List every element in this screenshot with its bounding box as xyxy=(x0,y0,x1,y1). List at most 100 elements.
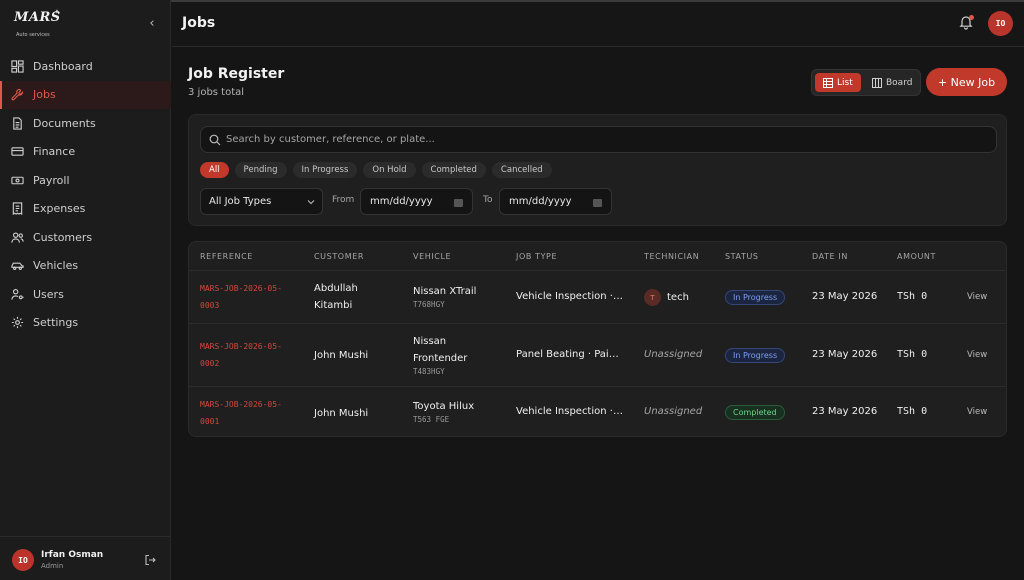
wrench-icon xyxy=(11,88,24,101)
avatar[interactable]: IO xyxy=(988,11,1013,36)
new-job-button[interactable]: + New Job xyxy=(926,68,1007,96)
user-role: Admin xyxy=(41,562,64,570)
to-label: To xyxy=(483,195,493,205)
sidebar-item-finance[interactable]: Finance xyxy=(0,138,171,167)
reference-part: MARS-JOB-2026-05- xyxy=(200,400,282,409)
job-reference[interactable]: MARS-JOB-2026-05- 0001 xyxy=(200,396,300,430)
sidebar-item-users[interactable]: Users xyxy=(0,280,171,309)
banknote-icon xyxy=(11,174,24,187)
sidebar-item-dashboard[interactable]: Dashboard xyxy=(0,52,171,81)
view-job-link[interactable]: View xyxy=(967,292,987,302)
table-row[interactable]: MARS-JOB-2026-05- 0002 John Mushi Nissan… xyxy=(189,323,1006,386)
user-key-icon xyxy=(11,288,24,301)
calendar-icon xyxy=(454,199,463,207)
view-job-link[interactable]: View xyxy=(967,407,987,417)
vehicle-cell: Nissan XTrail T768HGY xyxy=(413,283,503,309)
gear-icon xyxy=(11,316,24,329)
vehicle-cell: Toyota Hilux T563 FGE xyxy=(413,398,503,424)
sidebar-item-vehicles[interactable]: Vehicles xyxy=(0,252,171,281)
list-icon xyxy=(823,77,833,88)
vehicle-plate: T563 FGE xyxy=(413,415,450,424)
chip-cancelled[interactable]: Cancelled xyxy=(491,162,552,178)
reference-part: 0003 xyxy=(200,301,220,310)
customer-name: John Mushi xyxy=(314,408,369,419)
vehicle-name-line: Frontender xyxy=(413,353,468,364)
board-view-button[interactable]: Board xyxy=(864,73,920,92)
sidebar-item-expenses[interactable]: Expenses xyxy=(0,195,171,224)
job-reference[interactable]: MARS-JOB-2026-05- 0003 xyxy=(200,280,300,314)
reference-part: MARS-JOB-2026-05- xyxy=(200,342,282,351)
amount: TSh 0 xyxy=(897,291,928,302)
chevron-down-icon xyxy=(307,200,315,205)
view-toggle: List Board xyxy=(811,69,921,96)
sidebar-item-label: Documents xyxy=(33,116,96,130)
date-to-input[interactable]: mm/dd/yyyy xyxy=(499,188,612,215)
customer-name: John Mushi xyxy=(314,350,369,361)
calendar-icon xyxy=(593,199,602,207)
col-header-vehicle: VEHICLE xyxy=(413,252,452,261)
vehicle-name: Toyota Hilux xyxy=(413,401,475,412)
job-type-select[interactable]: All Job Types xyxy=(200,188,323,215)
job-type-value: All Job Types xyxy=(209,196,272,207)
amount: TSh 0 xyxy=(897,349,928,360)
col-header-reference: REFERENCE xyxy=(200,252,253,261)
chip-in-progress[interactable]: In Progress xyxy=(292,162,358,178)
logout-icon[interactable] xyxy=(144,554,156,566)
sidebar-item-documents[interactable]: Documents xyxy=(0,109,171,138)
sidebar-item-settings[interactable]: Settings xyxy=(0,309,171,338)
document-icon xyxy=(11,117,24,130)
jobs-table: REFERENCE CUSTOMER VEHICLE JOB TYPE TECH… xyxy=(188,241,1007,437)
status-filter-chips: All Pending In Progress On Hold Complete… xyxy=(200,162,552,178)
notification-dot xyxy=(969,15,974,20)
collapse-sidebar-button[interactable]: ‹ xyxy=(144,14,160,32)
job-reference[interactable]: MARS-JOB-2026-05- 0002 xyxy=(200,338,300,372)
customer-name: Abdullah Kitambi xyxy=(314,280,404,314)
sparkle-icon: ✦ xyxy=(54,8,60,16)
vehicle-plate: T483HGY xyxy=(413,367,445,376)
sidebar: MARS ✦ Auto services ‹ Dashboard Jobs Do… xyxy=(0,0,171,580)
vehicle-plate: T768HGY xyxy=(413,300,445,309)
col-header-date-in: DATE IN xyxy=(812,252,848,261)
top-header: Jobs IO xyxy=(172,2,1024,47)
search-input[interactable] xyxy=(226,127,986,152)
job-type: Vehicle Inspection · ... xyxy=(516,406,624,417)
chip-on-hold[interactable]: On Hold xyxy=(363,162,416,178)
card-icon xyxy=(11,145,24,158)
sidebar-item-label: Payroll xyxy=(33,173,70,187)
vehicle-name: Nissan XTrail xyxy=(413,286,477,297)
table-row[interactable]: MARS-JOB-2026-05- 0001 John Mushi Toyota… xyxy=(189,386,1006,436)
sidebar-item-customers[interactable]: Customers xyxy=(0,223,171,252)
table-row[interactable]: MARS-JOB-2026-05- 0003 Abdullah Kitambi … xyxy=(189,270,1006,323)
dashboard-icon xyxy=(11,60,24,73)
avatar[interactable]: IO xyxy=(12,549,34,571)
reference-part: 0002 xyxy=(200,359,220,368)
sidebar-item-label: Users xyxy=(33,287,64,301)
chip-pending[interactable]: Pending xyxy=(234,162,287,178)
vehicle-cell: Nissan Frontender T483HGY xyxy=(413,333,503,376)
board-view-label: Board xyxy=(886,77,913,88)
view-job-link[interactable]: View xyxy=(967,350,987,360)
job-type: Vehicle Inspection · ... xyxy=(516,291,624,302)
sidebar-item-label: Settings xyxy=(33,316,79,330)
status-badge: Completed xyxy=(725,405,785,420)
col-header-amount: AMOUNT xyxy=(897,252,936,261)
date-to-value: mm/dd/yyyy xyxy=(509,196,572,207)
status-badge: In Progress xyxy=(725,348,786,363)
car-icon xyxy=(11,259,24,272)
sidebar-item-payroll[interactable]: Payroll xyxy=(0,166,171,195)
chip-completed[interactable]: Completed xyxy=(421,162,486,178)
sidebar-item-label: Dashboard xyxy=(33,59,93,73)
jobs-count: 3 jobs total xyxy=(188,87,245,98)
sidebar-item-label: Expenses xyxy=(33,202,86,216)
date-from-input[interactable]: mm/dd/yyyy xyxy=(360,188,473,215)
search-box xyxy=(200,126,997,153)
filter-panel: All Pending In Progress On Hold Complete… xyxy=(188,114,1007,226)
sidebar-item-label: Customers xyxy=(33,230,93,244)
receipt-icon xyxy=(11,202,24,216)
reference-part: 0001 xyxy=(200,417,220,426)
reference-part: MARS-JOB-2026-05- xyxy=(200,284,282,293)
chip-all[interactable]: All xyxy=(200,162,229,178)
user-name: Irfan Osman xyxy=(41,550,104,560)
list-view-button[interactable]: List xyxy=(815,73,861,92)
sidebar-item-jobs[interactable]: Jobs xyxy=(0,80,171,109)
